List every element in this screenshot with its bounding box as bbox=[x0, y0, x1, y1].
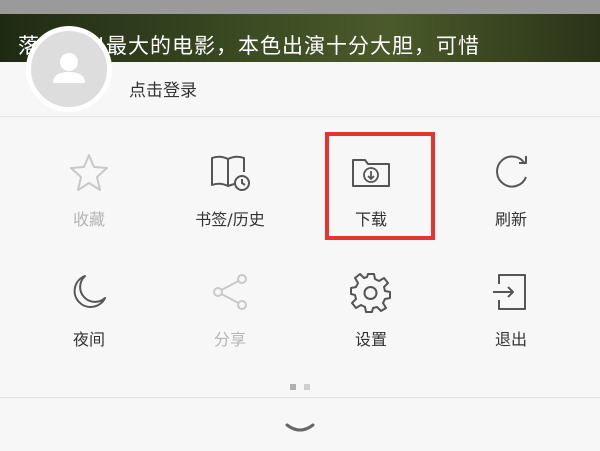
exit-icon bbox=[493, 274, 526, 310]
login-label[interactable]: 点击登录 bbox=[129, 76, 197, 101]
menu-item-label: 书签/历史 bbox=[195, 210, 265, 229]
menu-item-label: 夜间 bbox=[72, 330, 105, 349]
menu-grid: 收藏 书签/历史 下载 刷新 夜间 分享 设置 退出 bbox=[0, 134, 600, 374]
menu-item-bookmarks-history[interactable]: 书签/历史 bbox=[155, 134, 305, 244]
refresh-icon bbox=[496, 155, 527, 188]
menu-item-label: 退出 bbox=[494, 330, 527, 349]
menu-item-label: 分享 bbox=[213, 330, 246, 349]
avatar[interactable] bbox=[26, 26, 112, 112]
menu-item-refresh[interactable]: 刷新 bbox=[436, 134, 586, 244]
page-dot[interactable] bbox=[304, 384, 310, 390]
moon-icon bbox=[73, 275, 106, 308]
menu-item-share[interactable]: 分享 bbox=[155, 254, 305, 364]
chevron-down-icon[interactable] bbox=[284, 422, 316, 436]
star-icon bbox=[70, 154, 108, 191]
menu-item-label: 刷新 bbox=[494, 210, 527, 229]
collapse-bar[interactable] bbox=[0, 397, 600, 451]
menu-item-exit[interactable]: 退出 bbox=[436, 254, 586, 364]
user-silhouette-icon bbox=[53, 53, 85, 83]
share-icon bbox=[213, 274, 247, 310]
page-dot-active[interactable] bbox=[290, 384, 296, 390]
page-indicator bbox=[0, 375, 600, 390]
menu-sheet: 点击登录 收藏 书签/历史 下载 刷新 夜间 分享 设置 退出 bbox=[0, 26, 600, 450]
login-row[interactable]: 点击登录 bbox=[0, 26, 600, 117]
book-clock-icon bbox=[211, 155, 250, 191]
menu-item-settings[interactable]: 设置 bbox=[296, 254, 446, 364]
status-bar-strip bbox=[0, 0, 600, 14]
menu-item-label: 收藏 bbox=[72, 210, 105, 229]
menu-item-download[interactable]: 下载 bbox=[296, 134, 446, 244]
menu-item-night[interactable]: 夜间 bbox=[14, 254, 164, 364]
folder-download-icon bbox=[352, 159, 390, 187]
menu-item-label: 下载 bbox=[354, 210, 387, 229]
menu-item-favorites[interactable]: 收藏 bbox=[14, 134, 164, 244]
gear-icon bbox=[350, 273, 391, 313]
menu-item-label: 设置 bbox=[354, 330, 387, 349]
